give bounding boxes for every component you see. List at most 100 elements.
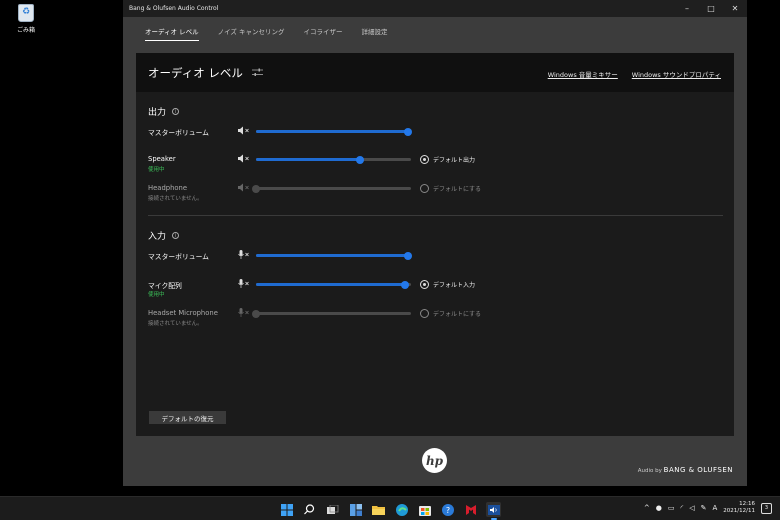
radio-circle <box>420 280 429 289</box>
pen-icon[interactable]: ✎ <box>701 504 707 512</box>
restore-defaults-button[interactable]: デフォルトの復元 <box>149 411 226 424</box>
file-explorer-icon[interactable] <box>371 502 386 517</box>
windows-volume-mixer-link[interactable]: Windows 音量ミキサー <box>548 69 618 79</box>
search-icon[interactable] <box>302 502 317 517</box>
headphone-name: Headphone <box>148 184 188 192</box>
speaker-mute-icon[interactable] <box>237 154 251 163</box>
title-bar[interactable]: Bang & Olufsen Audio Control – □ ✕ <box>123 0 747 17</box>
minimize-button[interactable]: – <box>675 0 699 17</box>
mic-array-row: マイク配列 使用中 デフォルト入力 <box>148 279 723 302</box>
radio-circle <box>420 309 429 318</box>
ime-indicator[interactable]: A <box>713 504 718 512</box>
audio-by-brand: Audio by BANG & OLUFSEN <box>638 466 733 474</box>
mic-array-name: マイク配列 <box>148 282 182 290</box>
windows-start-icon[interactable] <box>279 502 294 517</box>
slider-thumb[interactable] <box>355 155 364 164</box>
notification-center-icon[interactable]: 3 <box>761 502 772 514</box>
slider-thumb[interactable] <box>403 251 412 260</box>
window-title: Bang & Olufsen Audio Control <box>129 5 219 12</box>
headset-mic-name: Headset Microphone <box>148 309 218 317</box>
slider-fill <box>256 283 405 286</box>
mic-array-status: 使用中 <box>148 292 165 298</box>
radio-circle <box>420 184 429 193</box>
mic-array-volume-slider[interactable] <box>256 280 411 289</box>
radio-label: デフォルトにする <box>433 186 482 193</box>
radio-label: デフォルトにする <box>433 311 482 318</box>
store-icon[interactable] <box>417 502 432 517</box>
radio-label: デフォルト出力 <box>433 157 476 164</box>
windows-sound-properties-link[interactable]: Windows サウンドプロパティ <box>632 69 721 79</box>
edge-icon[interactable] <box>394 502 409 517</box>
slider-thumb[interactable] <box>400 280 409 289</box>
input-master-slider[interactable] <box>256 251 412 260</box>
headset-mic-status: 接続されていません。 <box>148 321 203 327</box>
speaker-volume-slider[interactable] <box>256 155 411 164</box>
bang-olufsen-brand: BANG & OLUFSEN <box>663 466 733 474</box>
recycle-bin-glyph <box>18 4 34 22</box>
input-section-title: 入力 i <box>148 229 180 242</box>
headset-mic-default-radio[interactable]: デフォルトにする <box>420 309 481 318</box>
audio-control-window: Bang & Olufsen Audio Control – □ ✕ オーディオ… <box>123 0 747 486</box>
recycle-bin-icon[interactable]: ごみ箱 <box>10 4 42 34</box>
clock-date: 2021/12/11 <box>723 508 755 514</box>
tab-audio-levels[interactable]: オーディオ レベル <box>145 26 199 41</box>
mic-array-default-radio[interactable]: デフォルト入力 <box>420 280 475 289</box>
output-heading: 出力 <box>148 108 167 118</box>
output-section-title: 出力 i <box>148 105 180 118</box>
taskbar-apps: ? <box>279 502 501 520</box>
shield-icon[interactable]: ● <box>656 504 662 512</box>
output-master-slider[interactable] <box>256 127 412 136</box>
battery-icon[interactable]: ▭ <box>668 504 675 512</box>
panel-title: オーディオ レベル <box>148 65 243 80</box>
speaker-name: Speaker <box>148 155 176 163</box>
mcafee-icon[interactable] <box>463 502 478 517</box>
slider-thumb[interactable] <box>403 127 412 136</box>
input-master-row: マスターボリューム <box>148 250 723 273</box>
widgets-icon[interactable] <box>348 502 363 517</box>
microphone-mute-icon <box>238 308 249 317</box>
headphone-status: 接続されていません。 <box>148 196 203 202</box>
tab-equalizer[interactable]: イコライザー <box>304 26 343 41</box>
wifi-icon[interactable]: ◜ <box>681 504 684 512</box>
headphone-default-radio[interactable]: デフォルトにする <box>420 184 481 193</box>
window-controls: – □ ✕ <box>675 0 747 17</box>
panel-header: オーディオ レベル Windows 音量ミキサー Windows サウンドプロパ… <box>136 53 734 92</box>
recycle-bin-label: ごみ箱 <box>16 27 35 34</box>
slider-fill <box>256 158 360 161</box>
radio-circle <box>420 155 429 164</box>
maximize-button[interactable]: □ <box>699 0 723 17</box>
speaker-status: 使用中 <box>148 167 165 173</box>
close-button[interactable]: ✕ <box>723 0 747 17</box>
clock-time: 12:16 <box>739 501 755 507</box>
sliders-icon[interactable] <box>251 68 263 77</box>
tab-advanced-settings[interactable]: 詳細設定 <box>362 26 388 41</box>
speaker-default-radio[interactable]: デフォルト出力 <box>420 155 475 164</box>
slider-fill <box>256 254 408 257</box>
section-divider <box>148 215 723 216</box>
microphone-mute-icon[interactable] <box>237 279 251 288</box>
info-icon[interactable]: i <box>172 108 180 115</box>
svg-text:?: ? <box>445 506 449 515</box>
chevron-up-icon[interactable]: ^ <box>644 504 650 512</box>
tab-noise-cancelling[interactable]: ノイズ キャンセリング <box>218 26 285 41</box>
clock[interactable]: 12:16 2021/12/11 <box>723 501 755 515</box>
system-tray: ^ ● ▭ ◜ ◁ ✎ A 12:16 2021/12/11 3 <box>644 501 772 515</box>
notification-count: 3 <box>764 505 769 511</box>
slider-fill <box>256 130 408 133</box>
headset-mic-row: Headset Microphone 接続されていません。 デフォルトにする <box>148 308 723 331</box>
info-icon[interactable]: i <box>172 232 180 239</box>
tab-bar: オーディオ レベル ノイズ キャンセリング イコライザー 詳細設定 <box>145 26 388 41</box>
input-master-label: マスターボリューム <box>148 253 209 261</box>
taskbar: ? ^ ● ▭ ◜ ◁ ✎ A 12:16 2021/12/11 3 <box>0 496 780 520</box>
help-icon[interactable]: ? <box>440 502 455 517</box>
audio-control-icon[interactable] <box>486 502 501 520</box>
microphone-mute-icon[interactable] <box>237 250 251 259</box>
output-master-label: マスターボリューム <box>148 129 209 137</box>
hp-logo: hp <box>422 448 447 473</box>
output-master-row: マスターボリューム <box>148 126 723 149</box>
speaker-mute-icon[interactable] <box>237 126 251 135</box>
headphone-volume-slider <box>252 184 411 193</box>
slider-thumb <box>252 184 260 193</box>
task-view-icon[interactable] <box>325 502 340 517</box>
volume-icon[interactable]: ◁ <box>689 504 694 512</box>
